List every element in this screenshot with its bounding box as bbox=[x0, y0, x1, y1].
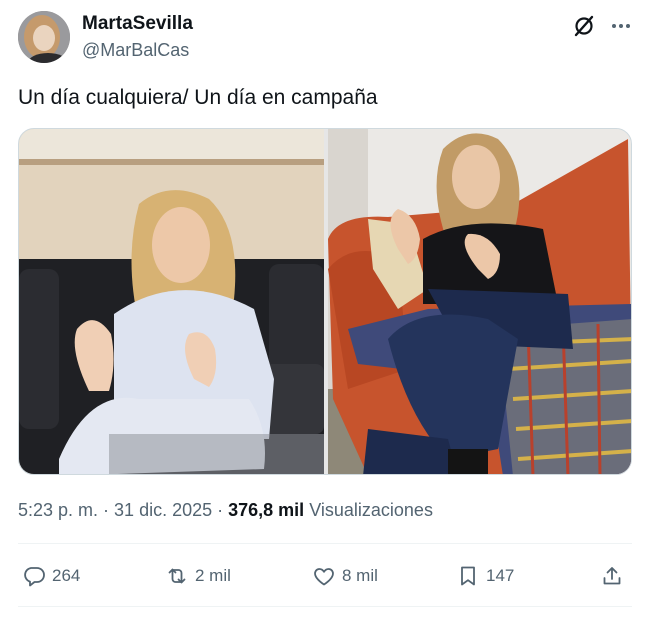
divider-bottom bbox=[18, 606, 632, 607]
display-name[interactable]: MartaSevilla bbox=[82, 12, 193, 36]
like-count: 8 mil bbox=[342, 566, 378, 585]
divider-top bbox=[18, 543, 632, 544]
heart-icon bbox=[312, 564, 336, 588]
like-button[interactable]: 8 mil bbox=[312, 560, 378, 592]
action-bar: 264 2 mil 8 mil 147 bbox=[18, 560, 632, 592]
avatar[interactable] bbox=[18, 11, 70, 63]
reply-icon bbox=[22, 564, 46, 588]
meta-separator-2: · bbox=[212, 500, 229, 520]
reply-count: 264 bbox=[52, 566, 81, 585]
tweet-date[interactable]: 31 dic. 2025 bbox=[114, 500, 212, 520]
share-button[interactable] bbox=[600, 560, 624, 592]
tweet-card: MartaSevilla @MarBalCas Un día cualquier… bbox=[0, 0, 649, 622]
repost-button[interactable]: 2 mil bbox=[165, 560, 231, 592]
media-grid bbox=[18, 128, 632, 475]
repost-icon bbox=[165, 564, 189, 588]
grok-icon[interactable] bbox=[572, 14, 596, 38]
photo-left[interactable] bbox=[19, 129, 324, 474]
views-count: 376,8 mil bbox=[228, 500, 305, 520]
tweet-time[interactable]: 5:23 p. m. bbox=[18, 500, 98, 520]
bookmark-count: 147 bbox=[486, 566, 515, 585]
tweet-text: Un día cualquiera/ Un día en campaña bbox=[18, 86, 378, 109]
more-icon[interactable] bbox=[609, 14, 633, 38]
reply-button[interactable]: 264 bbox=[22, 560, 80, 592]
meta-separator: · bbox=[98, 500, 115, 520]
bookmark-icon bbox=[456, 564, 480, 588]
share-icon bbox=[600, 564, 624, 588]
tweet-meta: 5:23 p. m. · 31 dic. 2025 · 376,8 mil Vi… bbox=[18, 497, 433, 523]
bookmark-button[interactable]: 147 bbox=[456, 560, 514, 592]
photo-right[interactable] bbox=[328, 129, 631, 474]
views-label: Visualizaciones bbox=[309, 500, 433, 520]
repost-count: 2 mil bbox=[195, 566, 231, 585]
user-handle[interactable]: @MarBalCas bbox=[82, 38, 189, 62]
